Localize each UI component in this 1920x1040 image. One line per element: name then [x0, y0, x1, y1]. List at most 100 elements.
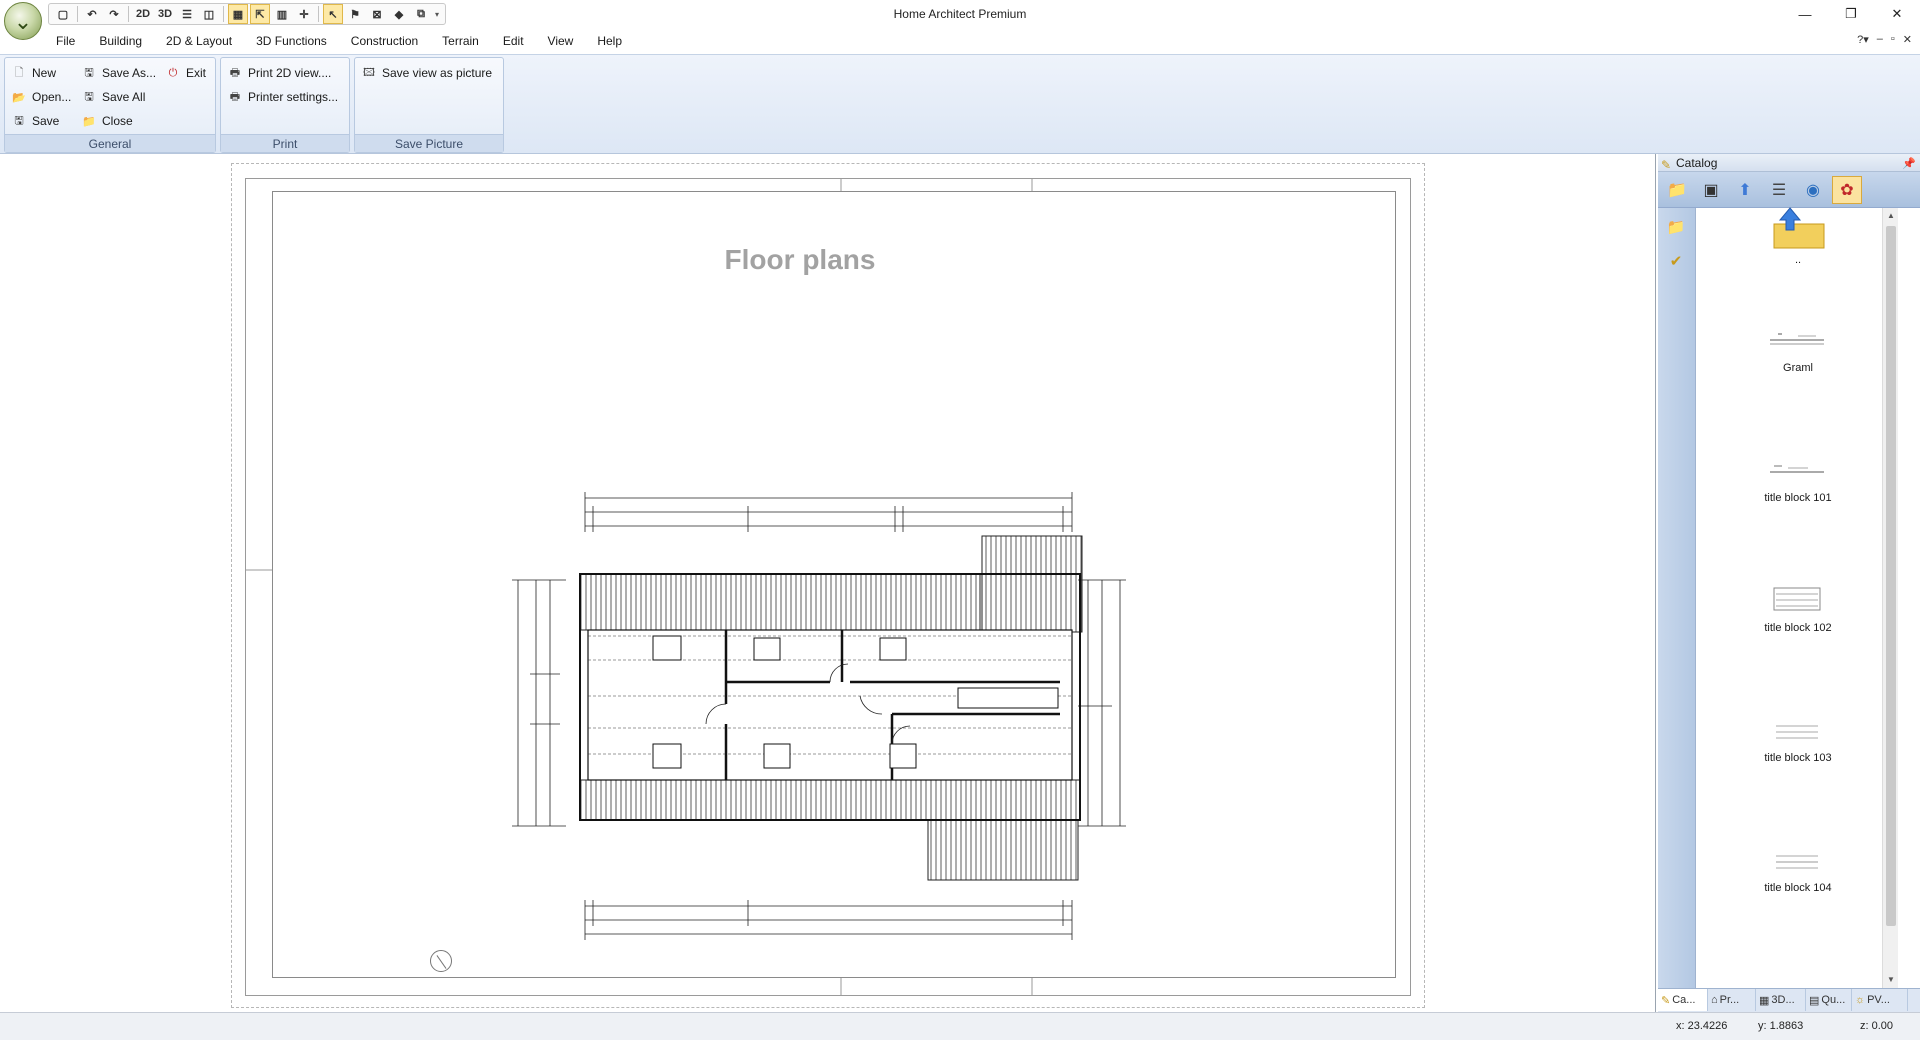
doc-minimize-button[interactable]: – — [1877, 33, 1883, 46]
menu-help[interactable]: Help — [585, 28, 634, 54]
catalog-tab-icon: ✎ — [1661, 994, 1671, 1007]
printer-settings-button[interactable]: 🖶 Printer settings... — [227, 86, 338, 108]
status-bar: x: 23.4226 y: 1.8863 z: 0.00 — [0, 1012, 1920, 1040]
catalog-header: ✎ Catalog 📌 — [1658, 154, 1920, 172]
menu-construction[interactable]: Construction — [339, 28, 430, 54]
minimize-button[interactable]: — — [1782, 0, 1828, 28]
paint-icon[interactable]: ◆ — [389, 4, 409, 24]
scroll-thumb[interactable] — [1886, 226, 1896, 926]
status-y-coordinate: y: 1.8863 — [1758, 1020, 1804, 1032]
floor-plan-drawing[interactable] — [500, 474, 1140, 954]
save-view-picture-button[interactable]: 🖾 Save view as picture — [361, 62, 492, 84]
columns-icon[interactable]: ▥ — [272, 4, 292, 24]
catalog-toolbar: 📁 ▣ ⬆ ☰ ◉ ✿ — [1658, 172, 1920, 208]
roof-top-hatch — [579, 573, 981, 631]
open-button[interactable]: 📂 Open... — [11, 86, 71, 108]
tab-project[interactable]: ⌂ Pr... — [1708, 989, 1756, 1011]
ribbon-group-general: 🗋 New 📂 Open... 🖫 Save 🖫 Save As... 🖫 Sa… — [4, 57, 216, 153]
save-as-button[interactable]: 🖫 Save As... — [81, 62, 156, 84]
redo-icon[interactable]: ↷ — [104, 4, 124, 24]
catalog-scrollbar[interactable]: ▲ ▼ — [1882, 208, 1898, 988]
menu-terrain[interactable]: Terrain — [430, 28, 491, 54]
catalog-side-bar: 📁 ✔ — [1658, 208, 1696, 988]
tab-pv[interactable]: ☼ PV... — [1852, 989, 1908, 1011]
help-dropdown-icon[interactable]: ?▾ — [1857, 33, 1869, 46]
snap-cursor-icon[interactable]: ⇱ — [250, 4, 270, 24]
new-doc-icon[interactable]: ▢ — [53, 4, 73, 24]
select-pointer-icon[interactable]: ↖ — [323, 4, 343, 24]
3d-view-icon[interactable]: 3D — [155, 4, 175, 24]
right-dimensions — [1078, 579, 1126, 827]
measure-icon[interactable]: ⊠ — [367, 4, 387, 24]
catalog-list: .. Graml title block 101 title block 102 — [1698, 207, 1898, 988]
catalog-item[interactable]: Graml — [1698, 328, 1898, 438]
catalog-side-check-button[interactable]: ✔ — [1663, 248, 1689, 274]
catalog-up-button[interactable]: ⬆ — [1730, 176, 1760, 204]
save-all-button[interactable]: 🖫 Save All — [81, 86, 145, 108]
tab-quantities[interactable]: ▤ Qu... — [1806, 989, 1852, 1011]
tab-catalog[interactable]: ✎ Ca... — [1658, 989, 1708, 1011]
2d-view-icon[interactable]: 2D — [133, 4, 153, 24]
save-button[interactable]: 🖫 Save — [11, 110, 59, 132]
split-vertical-icon[interactable]: ◫ — [199, 4, 219, 24]
exit-button[interactable]: ⏻ Exit — [165, 62, 206, 84]
title-block-thumbnail — [1776, 855, 1818, 869]
catalog-folder-button[interactable]: 📁 — [1662, 176, 1692, 204]
copy-icon[interactable]: ⧉ — [411, 4, 431, 24]
close-doc-button[interactable]: 📁 Close — [81, 110, 133, 132]
save-disk-icon: 🖫 — [14, 114, 24, 127]
print-2d-button[interactable]: 🖶 Print 2D view.... — [227, 62, 332, 84]
save-as-icon: 🖫 — [84, 66, 94, 79]
catalog-favorites-button[interactable]: ✿ — [1832, 176, 1862, 204]
catalog-globe-button[interactable]: ◉ — [1798, 176, 1828, 204]
scroll-down-icon[interactable]: ▼ — [1883, 972, 1899, 988]
menu-2d-layout[interactable]: 2D & Layout — [154, 28, 244, 54]
flag-icon[interactable]: ⚑ — [345, 4, 365, 24]
catalog-item[interactable]: title block 104 — [1698, 848, 1898, 958]
top-dimensions — [584, 492, 1073, 532]
power-icon: ⏻ — [168, 66, 178, 79]
close-folder-icon: 📁 — [82, 115, 96, 128]
tab-3d[interactable]: ▦ 3D... — [1756, 989, 1806, 1011]
close-button[interactable]: ✕ — [1874, 0, 1920, 28]
folder-up-icon: ⬆ — [1738, 182, 1752, 199]
doc-restore-button[interactable]: ▫ — [1891, 33, 1895, 46]
menu-edit[interactable]: Edit — [491, 28, 536, 54]
doc-close-button[interactable]: ✕ — [1903, 33, 1912, 46]
quick-access-toolbar: ▢ ↶ ↷ 2D 3D ☰ ◫ ▦ ⇱ ▥ ✛ ↖ ⚑ ⊠ ◆ ⧉ ▾ — [48, 3, 446, 25]
split-horizontal-icon[interactable]: ☰ — [177, 4, 197, 24]
new-button[interactable]: 🗋 New — [11, 62, 56, 84]
customize-toolbar-icon[interactable]: ▾ — [433, 10, 441, 19]
menu-building[interactable]: Building — [87, 28, 154, 54]
grid-icon[interactable]: ▦ — [228, 4, 248, 24]
folder-icon: 📁 — [1666, 219, 1686, 236]
catalog-item-label: title block 104 — [1764, 882, 1832, 894]
restore-button[interactable]: ❐ — [1828, 0, 1874, 28]
catalog-list-button[interactable]: ☰ — [1764, 176, 1794, 204]
window-controls: — ❐ ✕ — [1782, 0, 1920, 28]
menu-file[interactable]: File — [44, 28, 87, 54]
catalog-item-parent[interactable]: .. — [1698, 207, 1898, 318]
left-dimensions — [512, 579, 566, 827]
compass-icon[interactable] — [430, 950, 452, 972]
drawing-canvas[interactable]: Floor plans — [0, 154, 1656, 1012]
catalog-item[interactable]: title block 101 — [1698, 458, 1898, 568]
ribbon-group-label: Save Picture — [355, 134, 503, 152]
grid-tab-icon: ▦ — [1759, 994, 1770, 1007]
menu-3d-functions[interactable]: 3D Functions — [244, 28, 339, 54]
catalog-item[interactable]: title block 103 — [1698, 718, 1898, 828]
undo-icon[interactable]: ↶ — [82, 4, 102, 24]
app-menu-button[interactable]: ⌄ — [4, 2, 42, 40]
staircase — [957, 687, 1059, 709]
ribbon-group-print: 🖶 Print 2D view.... 🖶 Printer settings..… — [220, 57, 350, 153]
menu-view[interactable]: View — [536, 28, 586, 54]
crosshair-icon[interactable]: ✛ — [294, 4, 314, 24]
catalog-item[interactable]: title block 102 — [1698, 587, 1898, 698]
scroll-up-icon[interactable]: ▲ — [1883, 208, 1899, 224]
catalog-side-folder-button[interactable]: 📁 — [1663, 214, 1689, 240]
title-block-thumbnail — [1773, 587, 1821, 611]
catalog-item-label: title block 101 — [1764, 492, 1832, 504]
pin-icon[interactable]: 📌 — [1902, 155, 1916, 173]
catalog-window-button[interactable]: ▣ — [1696, 176, 1726, 204]
favorites-icon: ✿ — [1840, 182, 1854, 199]
